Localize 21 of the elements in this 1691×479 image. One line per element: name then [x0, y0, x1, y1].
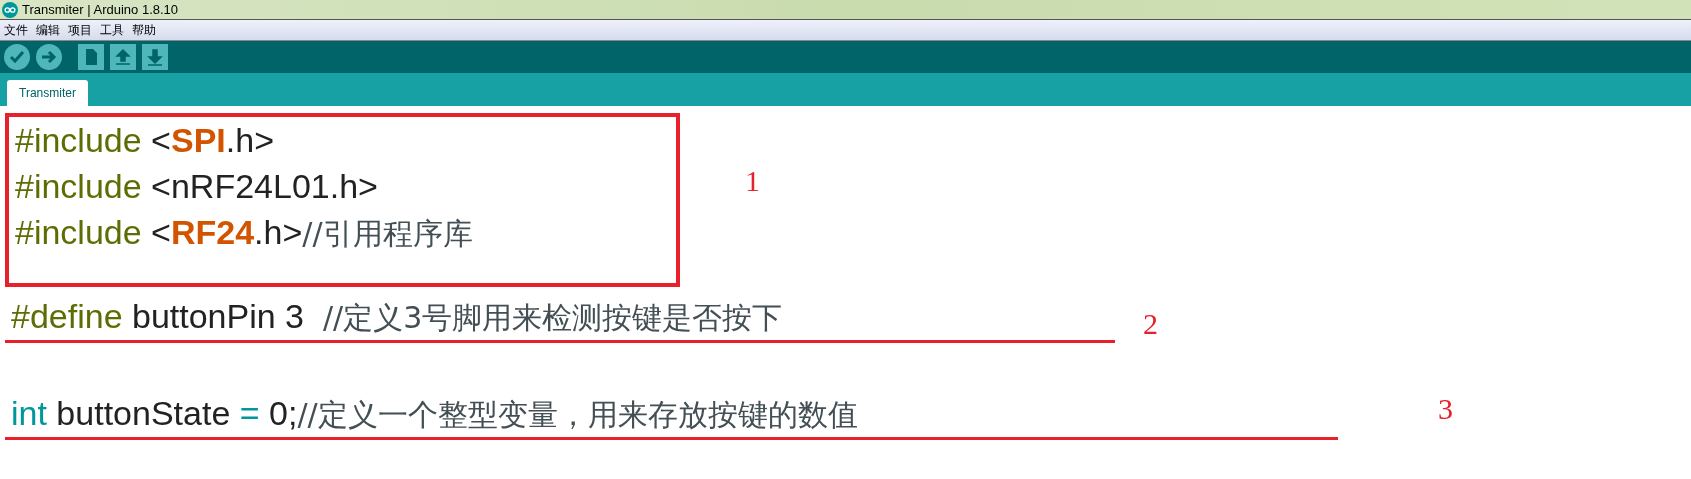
- arrow-up-icon[interactable]: [110, 44, 136, 70]
- menu-item[interactable]: 项目: [68, 21, 92, 39]
- menu-item[interactable]: 文件: [4, 21, 28, 39]
- code-line: #include <nRF24L01.h>: [14, 166, 379, 207]
- editor-tab[interactable]: Transmiter: [7, 80, 88, 106]
- arrow-right-icon[interactable]: [36, 44, 62, 70]
- menu-item[interactable]: 帮助: [132, 21, 156, 39]
- code-line: int buttonState = 0;//定义一个整型变量，用来存放按键的数值: [10, 393, 859, 434]
- menu-item[interactable]: 编辑: [36, 21, 60, 39]
- check-icon[interactable]: [4, 44, 30, 70]
- code-line: #define buttonPin 3 //定义3号脚用来检测按键是否按下: [10, 296, 784, 337]
- window-title: Transmiter | Arduino 1.8.10: [22, 0, 179, 19]
- code-line: #include <SPI.h>: [14, 120, 275, 161]
- annotation-number: 1: [745, 163, 760, 199]
- infinity-logo-icon: [2, 1, 18, 18]
- annotation-number: 3: [1438, 391, 1453, 427]
- page-icon[interactable]: [78, 44, 104, 70]
- code-line: #include <RF24.h>//引用程序库: [14, 212, 474, 253]
- annotation-number: 2: [1143, 306, 1158, 342]
- arrow-down-icon[interactable]: [142, 44, 168, 70]
- menu-item[interactable]: 工具: [100, 21, 124, 39]
